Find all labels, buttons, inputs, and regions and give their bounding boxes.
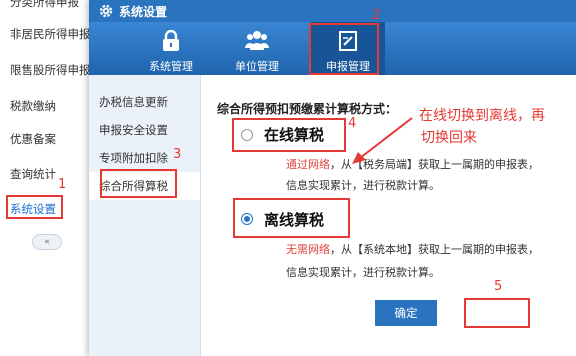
annotation-arrow-icon — [352, 117, 413, 164]
